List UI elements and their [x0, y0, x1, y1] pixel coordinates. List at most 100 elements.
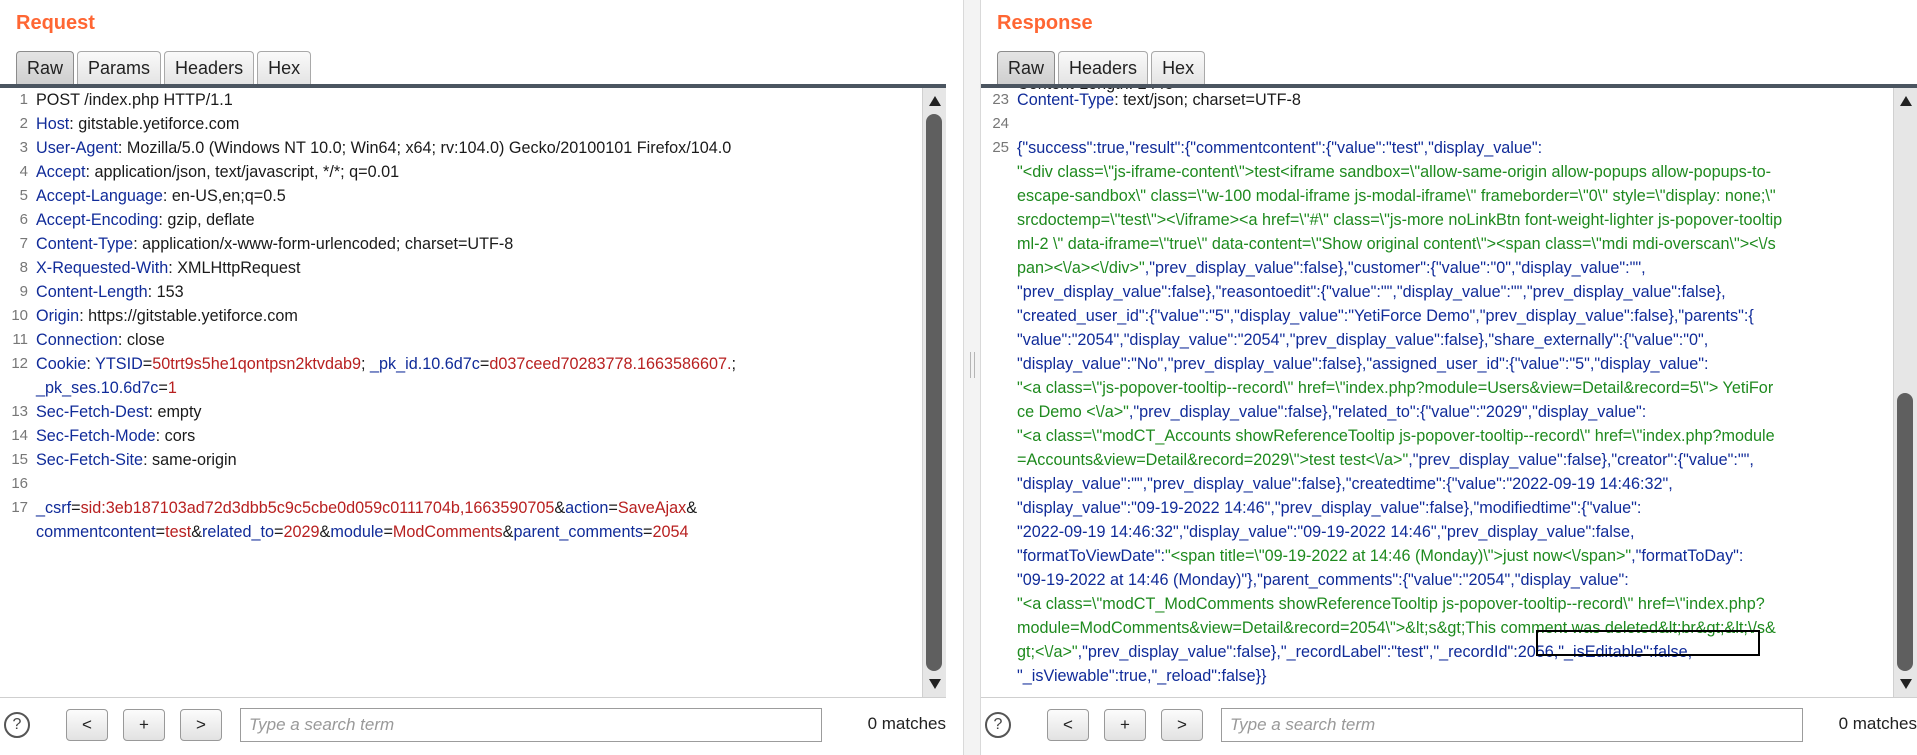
token: "09-19-2022 at 14:46 (Monday)"},"parent_…	[1017, 571, 1629, 589]
splitter-grip-icon[interactable]	[970, 352, 975, 378]
line-content: _csrf=sid:3eb187103ad72d3dbb5c9c5cbe0d05…	[36, 496, 697, 520]
scroll-up-arrow-icon[interactable]	[929, 96, 941, 106]
request-tab-hex[interactable]: Hex	[257, 51, 312, 84]
token: 2029	[283, 523, 320, 541]
line-content: srcdoctemp=\"test\"><\/iframe><a href=\"…	[1017, 208, 1782, 232]
token: ml-2 \" data-iframe=\"true\" data-conten…	[1017, 235, 1776, 253]
line-number: 6	[19, 211, 28, 228]
response-editor[interactable]: 22 Content-Length: 2445 23Content-Type: …	[981, 88, 1917, 698]
line-content: "<a class=\"modCT_Accounts showReference…	[1017, 424, 1775, 448]
token: =Accounts&view=Detail&record=2029\">test…	[1017, 451, 1409, 469]
token: &	[686, 499, 698, 517]
token: parent_comments	[513, 523, 644, 541]
token: : same-origin	[143, 451, 237, 469]
scroll-up-arrow-icon[interactable]	[1900, 96, 1912, 106]
token: : application/x-www-form-urlencoded; cha…	[133, 235, 514, 253]
line-content: "2022-09-19 14:46:32","display_value":"0…	[1017, 520, 1634, 544]
line-content: _pk_ses.10.6d7c=1	[36, 376, 177, 400]
token: "prev_display_value":false},"reasontoedi…	[1017, 283, 1726, 301]
request-tab-raw[interactable]: Raw	[16, 51, 75, 84]
line-content: X-Requested-With: XMLHttpRequest	[36, 256, 301, 280]
response-scrollbar[interactable]	[1893, 88, 1917, 697]
line-content: ml-2 \" data-iframe=\"true\" data-conten…	[1017, 232, 1776, 256]
help-icon[interactable]: ?	[985, 712, 1011, 738]
line-content: Accept: application/json, text/javascrip…	[36, 160, 399, 184]
token: "formatToViewDate":	[1017, 547, 1165, 565]
next-match-button[interactable]: >	[180, 709, 222, 741]
request-scrollbar[interactable]	[922, 88, 946, 697]
token: Sec-Fetch-Dest	[36, 403, 149, 421]
line-number: 8	[19, 259, 28, 276]
token: Origin	[36, 307, 80, 325]
response-tab-raw[interactable]: Raw	[997, 51, 1056, 84]
previous-match-button[interactable]: <	[66, 709, 108, 741]
token: &	[554, 499, 566, 517]
request-panel: Request Raw Params Headers Hex 1 POST /in…	[0, 0, 963, 755]
response-scroll-thumb[interactable]	[1897, 393, 1913, 671]
line-content: Accept-Encoding: gzip, deflate	[36, 208, 255, 232]
token: =	[71, 499, 81, 517]
add-search-option-button[interactable]: +	[1104, 709, 1146, 741]
token: &	[502, 523, 514, 541]
token: =	[608, 499, 618, 517]
line-content: Content-Type: application/x-www-form-url…	[36, 232, 513, 256]
token: ,"formatToDay":	[1631, 547, 1744, 565]
line-content: "display_value":"","prev_display_value":…	[1017, 472, 1673, 496]
response-tab-hex[interactable]: Hex	[1151, 51, 1206, 84]
response-search-input[interactable]: Type a search term	[1221, 708, 1803, 742]
line-content: POST /index.php HTTP/1.1	[36, 88, 233, 112]
pane-splitter[interactable]	[963, 0, 981, 755]
line-content: Content-Type: text/json; charset=UTF-8	[1017, 88, 1301, 112]
token: : application/json, text/javascript, */*…	[85, 163, 400, 181]
response-tab-headers[interactable]: Headers	[1058, 51, 1149, 84]
line-content: Cookie: YTSID=50trt9s5he1qontpsn2ktvdab9…	[36, 352, 736, 376]
token: : gitstable.yetiforce.com	[69, 115, 240, 133]
token: "<a class=\"modCT_ModComments showRefere…	[1017, 595, 1765, 613]
request-search-input[interactable]: Type a search term	[240, 708, 822, 742]
response-match-count: 0 matches	[1838, 714, 1917, 733]
token: Content-Type	[1017, 91, 1115, 109]
line-content: escape-sandbox\" class=\"w-100 modal-ifr…	[1017, 184, 1776, 208]
response-text-area[interactable]: 22 Content-Length: 2445 23Content-Type: …	[981, 88, 1893, 697]
request-match-count: 0 matches	[867, 714, 946, 733]
add-search-option-button[interactable]: +	[123, 709, 165, 741]
token: ;	[361, 355, 371, 373]
token: Content-Length	[36, 283, 148, 301]
token: 2054	[652, 523, 689, 541]
line-content: "prev_display_value":false},"reasontoedi…	[1017, 280, 1726, 304]
previous-match-button[interactable]: <	[1047, 709, 1089, 741]
token: =	[155, 523, 166, 541]
request-tab-headers[interactable]: Headers	[164, 51, 255, 84]
token: &	[319, 523, 331, 541]
next-match-button[interactable]: >	[1161, 709, 1203, 741]
token: : close	[117, 331, 165, 349]
line-number: 1	[19, 91, 28, 108]
request-tab-params[interactable]: Params	[77, 51, 162, 84]
response-title: Response	[997, 12, 1093, 34]
token: d037ceed70283778.1663586607.	[489, 355, 732, 373]
line-number: 14	[11, 427, 28, 444]
token: =	[383, 523, 393, 541]
request-editor[interactable]: 1 POST /index.php HTTP/1.1 2 Host: gitstabl…	[0, 88, 946, 698]
token: Sec-Fetch-Site	[36, 451, 144, 469]
request-scroll-thumb[interactable]	[926, 114, 942, 671]
line-content: "display_value":"No","prev_display_value…	[1017, 352, 1708, 376]
line-number: 25	[992, 139, 1009, 156]
token: : XMLHttpRequest	[168, 259, 301, 277]
line-content: Origin: https://gitstable.yetiforce.com	[36, 304, 298, 328]
line-content: "display_value":"09-19-2022 14:46","prev…	[1017, 496, 1641, 520]
scroll-down-arrow-icon[interactable]	[1900, 679, 1912, 689]
selected-text-highlight	[1536, 630, 1760, 656]
scroll-down-arrow-icon[interactable]	[929, 679, 941, 689]
token: ,"prev_display_value":false},"customer":…	[1144, 259, 1646, 277]
token: _pk_ses.10.6d7c	[36, 379, 159, 397]
token: Accept-Language	[36, 187, 163, 205]
line-content: "value":"2054","display_value":"2054","p…	[1017, 328, 1708, 352]
request-text-area[interactable]: 1 POST /index.php HTTP/1.1 2 Host: gitstabl…	[0, 88, 922, 697]
token: 50trt9s5he1qontpsn2ktvdab9	[152, 355, 362, 373]
token: ce Demo <\/a>"	[1017, 403, 1129, 421]
line-number: 17	[11, 499, 28, 516]
token: ,"prev_display_value":false},"related_to…	[1128, 403, 1647, 421]
line-number: 4	[19, 163, 28, 180]
help-icon[interactable]: ?	[4, 712, 30, 738]
